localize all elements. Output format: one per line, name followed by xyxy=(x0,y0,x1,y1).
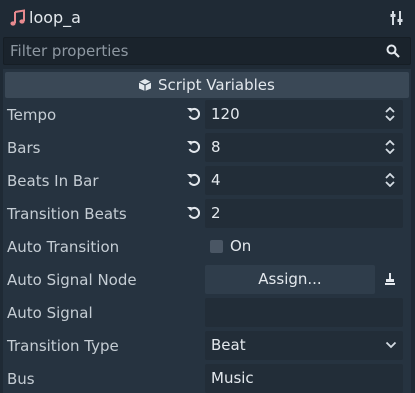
bars-spinbox[interactable]: 8 xyxy=(205,133,403,162)
property-row-auto-signal-node: Auto Signal Node Assign... xyxy=(3,263,411,296)
bus-field[interactable]: Music xyxy=(205,364,403,393)
revert-icon[interactable] xyxy=(186,139,202,155)
checkbox-label: On xyxy=(230,237,252,255)
property-row-bars: Bars 8 xyxy=(3,131,411,164)
checkbox-icon[interactable] xyxy=(210,240,223,253)
spin-arrows-icon[interactable] xyxy=(384,140,396,154)
revert-icon[interactable] xyxy=(186,205,202,221)
spin-arrows-icon[interactable] xyxy=(384,107,396,121)
spin-arrows-icon[interactable] xyxy=(384,173,396,187)
music-note-icon xyxy=(10,9,25,26)
property-label: Auto Signal Node xyxy=(7,271,137,289)
property-value: Music xyxy=(211,369,254,387)
property-value: 4 xyxy=(211,171,221,189)
property-label: Tempo xyxy=(7,106,57,124)
property-label: Beats In Bar xyxy=(7,172,99,190)
property-panel: Script Variables Tempo 120 Bars 8 Beats … xyxy=(3,69,411,393)
tune-sliders-icon[interactable] xyxy=(389,10,405,26)
auto-transition-toggle[interactable]: On xyxy=(205,232,403,261)
property-value: 2 xyxy=(211,204,221,222)
clear-node-button[interactable] xyxy=(377,265,403,294)
property-label: Bars xyxy=(7,139,41,157)
clear-icon xyxy=(385,273,395,285)
cube-icon xyxy=(138,79,152,91)
filter-properties-input[interactable] xyxy=(10,41,370,61)
revert-icon[interactable] xyxy=(186,106,202,122)
chevron-down-icon xyxy=(385,341,397,349)
property-row-transition-type: Transition Type Beat xyxy=(3,329,411,362)
property-value: Beat xyxy=(211,336,246,354)
assign-node-button[interactable]: Assign... xyxy=(205,265,375,294)
beats-in-bar-spinbox[interactable]: 4 xyxy=(205,166,403,195)
revert-icon[interactable] xyxy=(186,172,202,188)
filter-properties-field[interactable] xyxy=(3,37,411,65)
inspector-header: loop_a xyxy=(0,0,415,36)
property-label: Bus xyxy=(7,370,35,388)
transition-type-dropdown[interactable]: Beat xyxy=(205,331,403,360)
auto-signal-field[interactable] xyxy=(205,298,403,327)
search-icon xyxy=(386,44,400,58)
node-title: loop_a xyxy=(29,8,81,27)
property-label: Transition Beats xyxy=(7,205,127,223)
property-row-bus: Bus Music xyxy=(3,362,411,393)
tempo-spinbox[interactable]: 120 xyxy=(205,100,403,129)
property-value: 8 xyxy=(211,138,221,156)
section-label: Script Variables xyxy=(158,76,275,94)
script-variables-section[interactable]: Script Variables xyxy=(5,72,409,98)
property-row-transition-beats: Transition Beats 2 xyxy=(3,197,411,230)
property-row-auto-signal: Auto Signal xyxy=(3,296,411,329)
property-row-auto-transition: Auto Transition On xyxy=(3,230,411,263)
property-label: Auto Signal xyxy=(7,304,93,322)
transition-beats-field[interactable]: 2 xyxy=(205,199,403,228)
property-row-beats-in-bar: Beats In Bar 4 xyxy=(3,164,411,197)
property-label: Auto Transition xyxy=(7,238,120,256)
property-row-tempo: Tempo 120 xyxy=(3,98,411,131)
property-value: 120 xyxy=(211,105,240,123)
property-label: Transition Type xyxy=(7,337,119,355)
